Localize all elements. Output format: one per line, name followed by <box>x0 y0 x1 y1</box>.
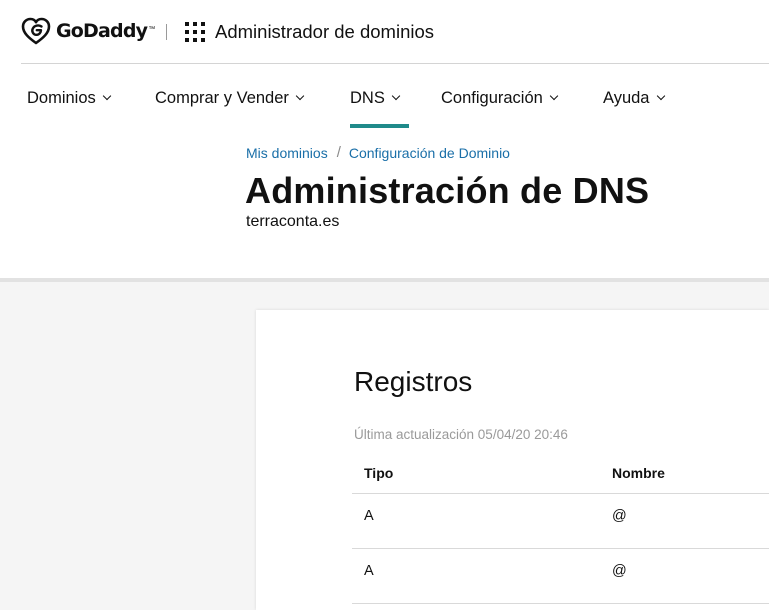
chevron-down-icon <box>656 91 665 100</box>
logo-trademark: ™ <box>148 25 156 33</box>
records-table: Tipo Nombre A @ A @ <box>352 450 769 604</box>
chevron-down-icon <box>295 91 305 100</box>
nav-item-label: DNS <box>350 89 385 107</box>
nav-active-indicator <box>350 124 409 128</box>
records-title: Registros <box>354 366 473 397</box>
last-updated-text: Última actualización 05/04/20 20:46 <box>354 427 568 442</box>
nav-item-label: Configuración <box>441 89 543 107</box>
record-type: A <box>364 563 374 579</box>
breadcrumb-configuracion-dominio[interactable]: Configuración de Dominio <box>349 145 510 161</box>
nav-item-label: Comprar y Vender <box>155 89 289 107</box>
app-title: Administrador de dominios <box>215 21 435 42</box>
table-row[interactable]: A @ <box>352 549 769 604</box>
record-name: @ <box>612 508 627 524</box>
column-header-tipo[interactable]: Tipo <box>364 465 393 481</box>
chevron-down-icon <box>391 91 401 100</box>
column-header-nombre[interactable]: Nombre <box>612 465 665 481</box>
page-title: Administración de DNS <box>245 170 650 211</box>
records-card: Registros Última actualización 05/04/20 … <box>256 310 769 610</box>
nav-item-label: Ayuda <box>603 89 650 107</box>
nav-item-configuracion[interactable]: Configuración <box>441 89 559 108</box>
header-divider <box>166 24 167 40</box>
breadcrumb: Mis dominios / Configuración de Dominio <box>246 144 510 161</box>
nav-item-dns[interactable]: DNS <box>350 89 401 108</box>
logo-text: GoDaddy <box>56 20 148 42</box>
record-name: @ <box>612 563 627 579</box>
table-header-row: Tipo Nombre <box>352 450 769 494</box>
main-nav: Dominios Comprar y Vender DNS Configurac… <box>0 64 769 128</box>
chevron-down-icon <box>549 91 559 100</box>
apps-grid-icon[interactable] <box>185 22 205 42</box>
godaddy-logo[interactable]: GoDaddy ™ <box>21 17 155 45</box>
table-row[interactable]: A @ <box>352 494 769 549</box>
nav-item-dominios[interactable]: Dominios <box>27 89 112 108</box>
breadcrumb-separator: / <box>336 144 341 161</box>
chevron-down-icon <box>102 91 112 100</box>
nav-item-ayuda[interactable]: Ayuda <box>603 89 665 108</box>
godaddy-heart-icon <box>21 17 51 45</box>
nav-item-label: Dominios <box>27 89 96 107</box>
domain-name: terraconta.es <box>246 213 340 230</box>
record-type: A <box>364 508 374 524</box>
breadcrumb-mis-dominios[interactable]: Mis dominios <box>246 145 328 161</box>
nav-item-comprar-vender[interactable]: Comprar y Vender <box>155 89 305 108</box>
top-bar: GoDaddy ™ Administrador de dominios <box>0 0 769 64</box>
